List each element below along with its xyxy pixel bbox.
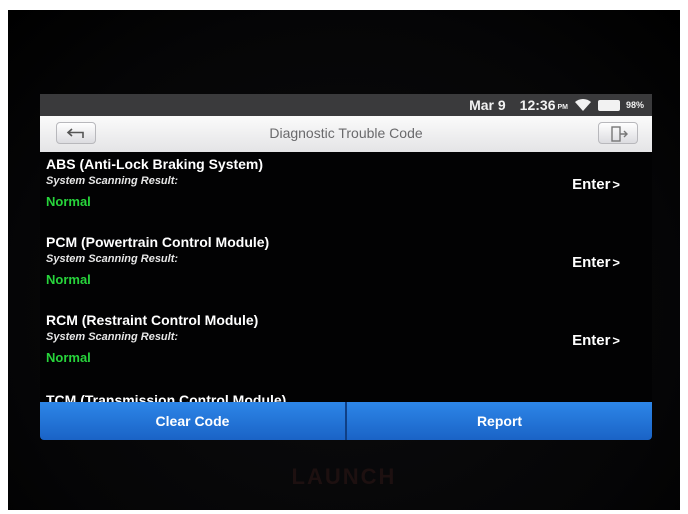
exit-button[interactable] [598,122,638,144]
report-button[interactable]: Report [347,402,652,440]
page-title: Diagnostic Trouble Code [269,125,423,141]
status-indicators: Mar 9 12:36 PM 98% [469,97,644,113]
battery-icon [597,99,620,111]
status-bar: Mar 9 12:36 PM 98% [40,94,652,116]
enter-label: Enter [572,176,611,193]
scan-result-status: Normal [46,272,91,287]
module-name: ABS (Anti-Lock Braking System) [46,156,264,172]
scan-result-status: Normal [46,350,91,365]
module-name: RCM (Restraint Control Module) [46,312,259,328]
action-bar: Clear Code Report [40,402,652,440]
enter-label: Enter [572,332,611,349]
battery-percent: 98% [625,100,644,110]
list-item-abs: ABS (Anti-Lock Braking System) System Sc… [46,152,646,230]
clear-code-button[interactable]: Clear Code [40,402,347,440]
status-ampm: PM [557,104,568,111]
chevron-right-icon: > [612,255,620,270]
list-item-rcm: RCM (Restraint Control Module) System Sc… [46,308,646,386]
module-name: TCM (Transmission Control Module) [46,392,287,402]
list-item-pcm: PCM (Powertrain Control Module) System S… [46,230,646,308]
module-name: PCM (Powertrain Control Module) [46,234,270,250]
scan-result-label: System Scanning Result: [46,331,179,343]
scan-result-label: System Scanning Result: [46,175,179,187]
enter-button[interactable]: Enter > [572,332,620,349]
status-date: Mar 9 [469,97,506,113]
chevron-right-icon: > [612,177,620,192]
device-photo: Mar 9 12:36 PM 98% Diagnostic Trouble Co… [8,10,680,510]
device-logo: LAUNCH [291,464,397,489]
module-list[interactable]: ABS (Anti-Lock Braking System) System Sc… [40,152,652,402]
enter-button[interactable]: Enter > [572,254,620,271]
scan-result-label: System Scanning Result: [46,253,179,265]
enter-button[interactable]: Enter > [572,176,620,193]
list-item-tcm: TCM (Transmission Control Module) [46,386,646,402]
enter-label: Enter [572,254,611,271]
status-time: 12:36 [519,97,556,113]
chevron-right-icon: > [612,333,620,348]
scan-result-status: Normal [46,194,91,209]
device-screen: Mar 9 12:36 PM 98% Diagnostic Trouble Co… [40,94,652,440]
title-bar: Diagnostic Trouble Code [40,116,652,152]
exit-icon [611,126,628,142]
wifi-icon [574,98,592,112]
